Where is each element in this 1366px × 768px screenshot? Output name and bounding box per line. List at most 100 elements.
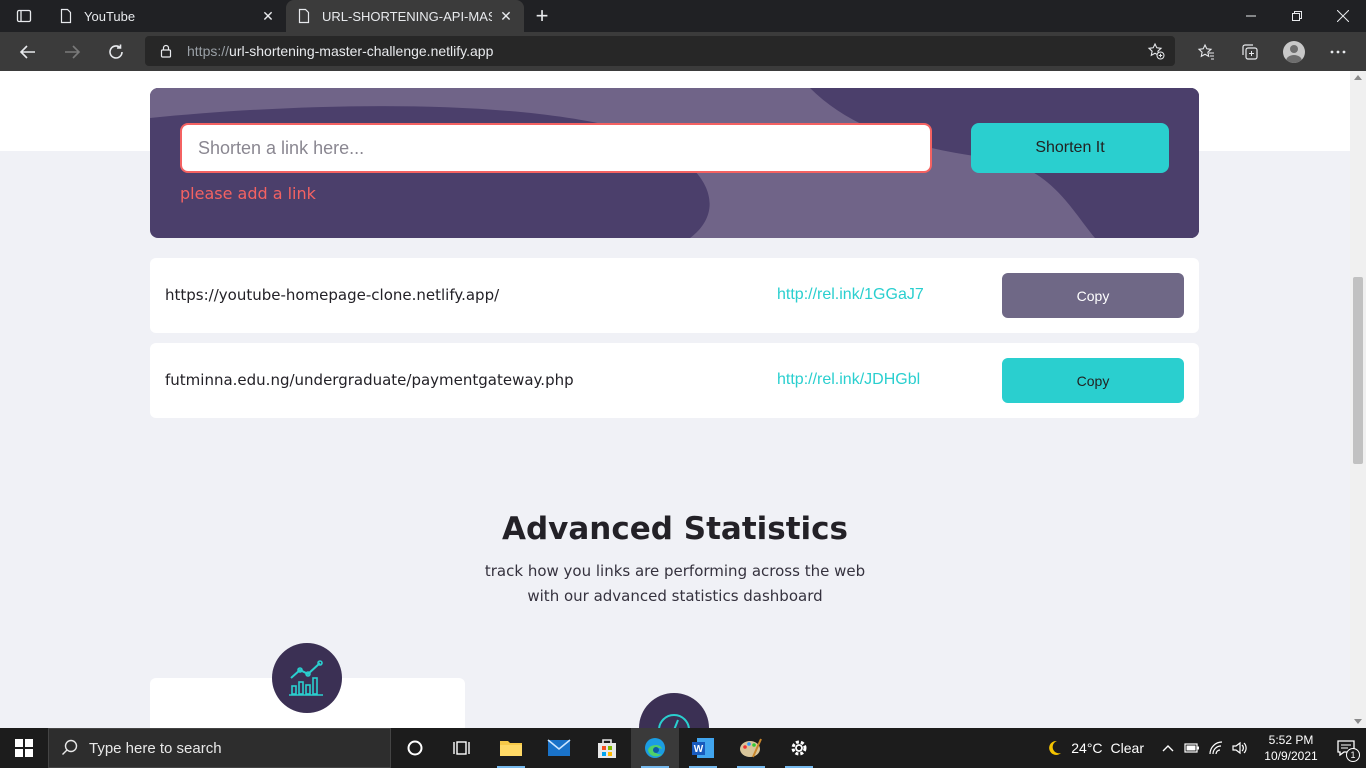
lock-icon[interactable] (159, 44, 173, 58)
error-message: please add a link (180, 184, 316, 203)
collections-button[interactable] (1228, 32, 1272, 71)
short-link[interactable]: http://rel.ink/JDHGbl (777, 371, 920, 389)
taskbar-search[interactable]: Type here to search (48, 728, 391, 768)
browser-tab-strip: YouTube ✕ URL-SHORTENING-API-MASTER ✕ + (0, 0, 1366, 32)
profile-button[interactable] (1272, 32, 1316, 71)
close-icon[interactable]: ✕ (260, 8, 276, 24)
result-row: https://youtube-homepage-clone.netlify.a… (150, 258, 1199, 333)
forward-button[interactable] (50, 32, 94, 71)
battery-button[interactable] (1180, 728, 1204, 768)
task-view-button[interactable] (439, 728, 487, 768)
forward-arrow-icon (65, 44, 81, 59)
minimize-button[interactable] (1228, 0, 1274, 32)
section-title: Advanced Statistics (502, 511, 848, 547)
clock-time: 5:52 PM (1268, 733, 1314, 747)
word-button[interactable]: W (679, 728, 727, 768)
browser-toolbar: https://url-shortening-master-challenge.… (0, 32, 1366, 71)
paint-palette-icon (740, 738, 762, 758)
page-icon (60, 8, 72, 24)
restore-button[interactable] (1274, 0, 1320, 32)
more-icon (1330, 50, 1346, 53)
avatar (1283, 40, 1305, 63)
volume-button[interactable] (1228, 728, 1252, 768)
settings-more-button[interactable] (1316, 32, 1360, 71)
speaker-icon (1232, 741, 1247, 755)
brand-recognition-icon (272, 643, 342, 713)
scroll-up-icon[interactable] (1354, 75, 1362, 80)
window-controls (1228, 0, 1366, 32)
chart-growth-icon (289, 660, 323, 696)
gear-icon (791, 740, 807, 756)
close-icon[interactable]: ✕ (498, 8, 514, 24)
shorten-panel: please add a link Shorten It (150, 88, 1199, 238)
svg-text:W: W (694, 744, 704, 755)
add-favorite-icon[interactable] (1147, 42, 1165, 60)
original-url: https://youtube-homepage-clone.netlify.a… (165, 286, 500, 304)
collections-icon (1242, 43, 1258, 60)
link-input[interactable] (180, 123, 932, 173)
store-button[interactable] (583, 728, 631, 768)
wifi-icon (1209, 741, 1223, 755)
tab-title: URL-SHORTENING-API-MASTER (322, 8, 492, 24)
copy-button[interactable]: Copy (1002, 358, 1184, 403)
search-icon (62, 739, 78, 755)
url-host: url-shortening-master-challenge.netlify.… (229, 43, 494, 59)
tab-actions-icon (16, 9, 32, 23)
weather-widget[interactable]: 24°C Clear (1045, 739, 1144, 757)
page-icon (298, 8, 310, 24)
edge-icon (645, 738, 665, 758)
section-subtitle: track how you links are performing acros… (484, 562, 866, 605)
cortana-icon (407, 740, 423, 756)
refresh-icon (109, 44, 123, 59)
cortana-button[interactable] (391, 728, 439, 768)
mail-button[interactable] (535, 728, 583, 768)
settings-button[interactable] (775, 728, 823, 768)
refresh-button[interactable] (94, 32, 138, 71)
windows-logo-icon (15, 739, 33, 757)
favorites-icon (1197, 43, 1214, 59)
start-button[interactable] (0, 728, 48, 768)
page-viewport: please add a link Shorten It https://you… (0, 71, 1350, 728)
shorten-button[interactable]: Shorten It (971, 123, 1169, 173)
minimize-icon (1246, 15, 1256, 17)
result-row: futminna.edu.ng/undergraduate/paymentgat… (150, 343, 1199, 418)
new-tab-button[interactable]: + (526, 0, 558, 32)
scrollbar-thumb[interactable] (1353, 277, 1363, 464)
taskbar: Type here to search W 24°C Clear 5:52 PM… (0, 728, 1366, 768)
clock[interactable]: 5:52 PM 10/9/2021 (1256, 732, 1326, 764)
action-center-button[interactable]: 1 (1326, 728, 1366, 768)
weather-condition: Clear (1110, 740, 1144, 756)
word-icon: W (692, 738, 714, 758)
tab-actions-button[interactable] (0, 0, 48, 32)
store-icon (598, 739, 616, 758)
tab-url-shortening[interactable]: URL-SHORTENING-API-MASTER ✕ (286, 0, 524, 32)
plus-icon: + (535, 3, 549, 28)
scroll-down-icon[interactable] (1354, 719, 1362, 724)
system-tray: 24°C Clear 5:52 PM 10/9/2021 1 (1045, 728, 1366, 768)
original-url: futminna.edu.ng/undergraduate/paymentgat… (165, 371, 574, 389)
copy-button[interactable]: Copy (1002, 273, 1184, 318)
back-button[interactable] (6, 32, 50, 71)
address-bar[interactable]: https://url-shortening-master-challenge.… (145, 36, 1175, 66)
search-placeholder: Type here to search (89, 739, 222, 757)
network-button[interactable] (1204, 728, 1228, 768)
toolbar-actions (1184, 32, 1366, 71)
show-hidden-icons-button[interactable] (1156, 728, 1180, 768)
paint-button[interactable] (727, 728, 775, 768)
folder-icon (500, 741, 522, 756)
weather-temp: 24°C (1071, 740, 1103, 756)
url-text: https://url-shortening-master-challenge.… (187, 43, 493, 59)
close-icon (1337, 10, 1349, 22)
edge-button[interactable] (631, 728, 679, 768)
file-explorer-button[interactable] (487, 728, 535, 768)
gauge-icon (658, 714, 690, 728)
favorites-button[interactable] (1184, 32, 1228, 71)
page-scrollbar[interactable] (1350, 71, 1366, 728)
chevron-up-icon (1162, 745, 1174, 752)
notification-badge: 1 (1346, 748, 1360, 762)
tab-youtube[interactable]: YouTube ✕ (48, 0, 286, 32)
short-link[interactable]: http://rel.ink/1GGaJ7 (777, 286, 924, 304)
mail-icon (547, 739, 571, 756)
close-window-button[interactable] (1320, 0, 1366, 32)
url-scheme: https:// (187, 43, 230, 59)
